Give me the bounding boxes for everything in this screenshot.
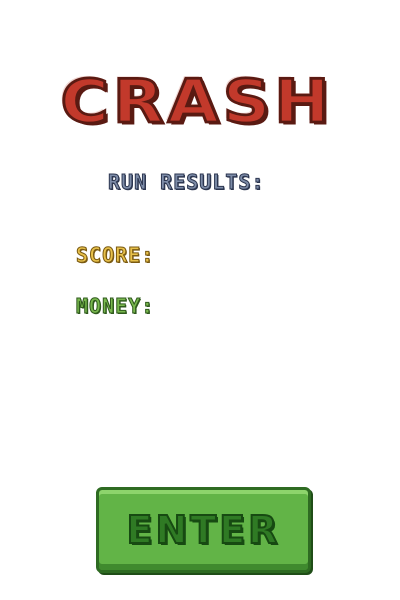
run-results-label: RUN RESULTS: [108,170,265,194]
enter-button-label: ENTER [126,508,281,552]
enter-button[interactable]: ENTER [96,487,311,573]
crash-title: CRASH [59,66,334,137]
crash-title-banner: CRASH [24,66,370,138]
money-label: MONEY: [75,294,155,318]
score-label: SCORE: [75,243,155,267]
